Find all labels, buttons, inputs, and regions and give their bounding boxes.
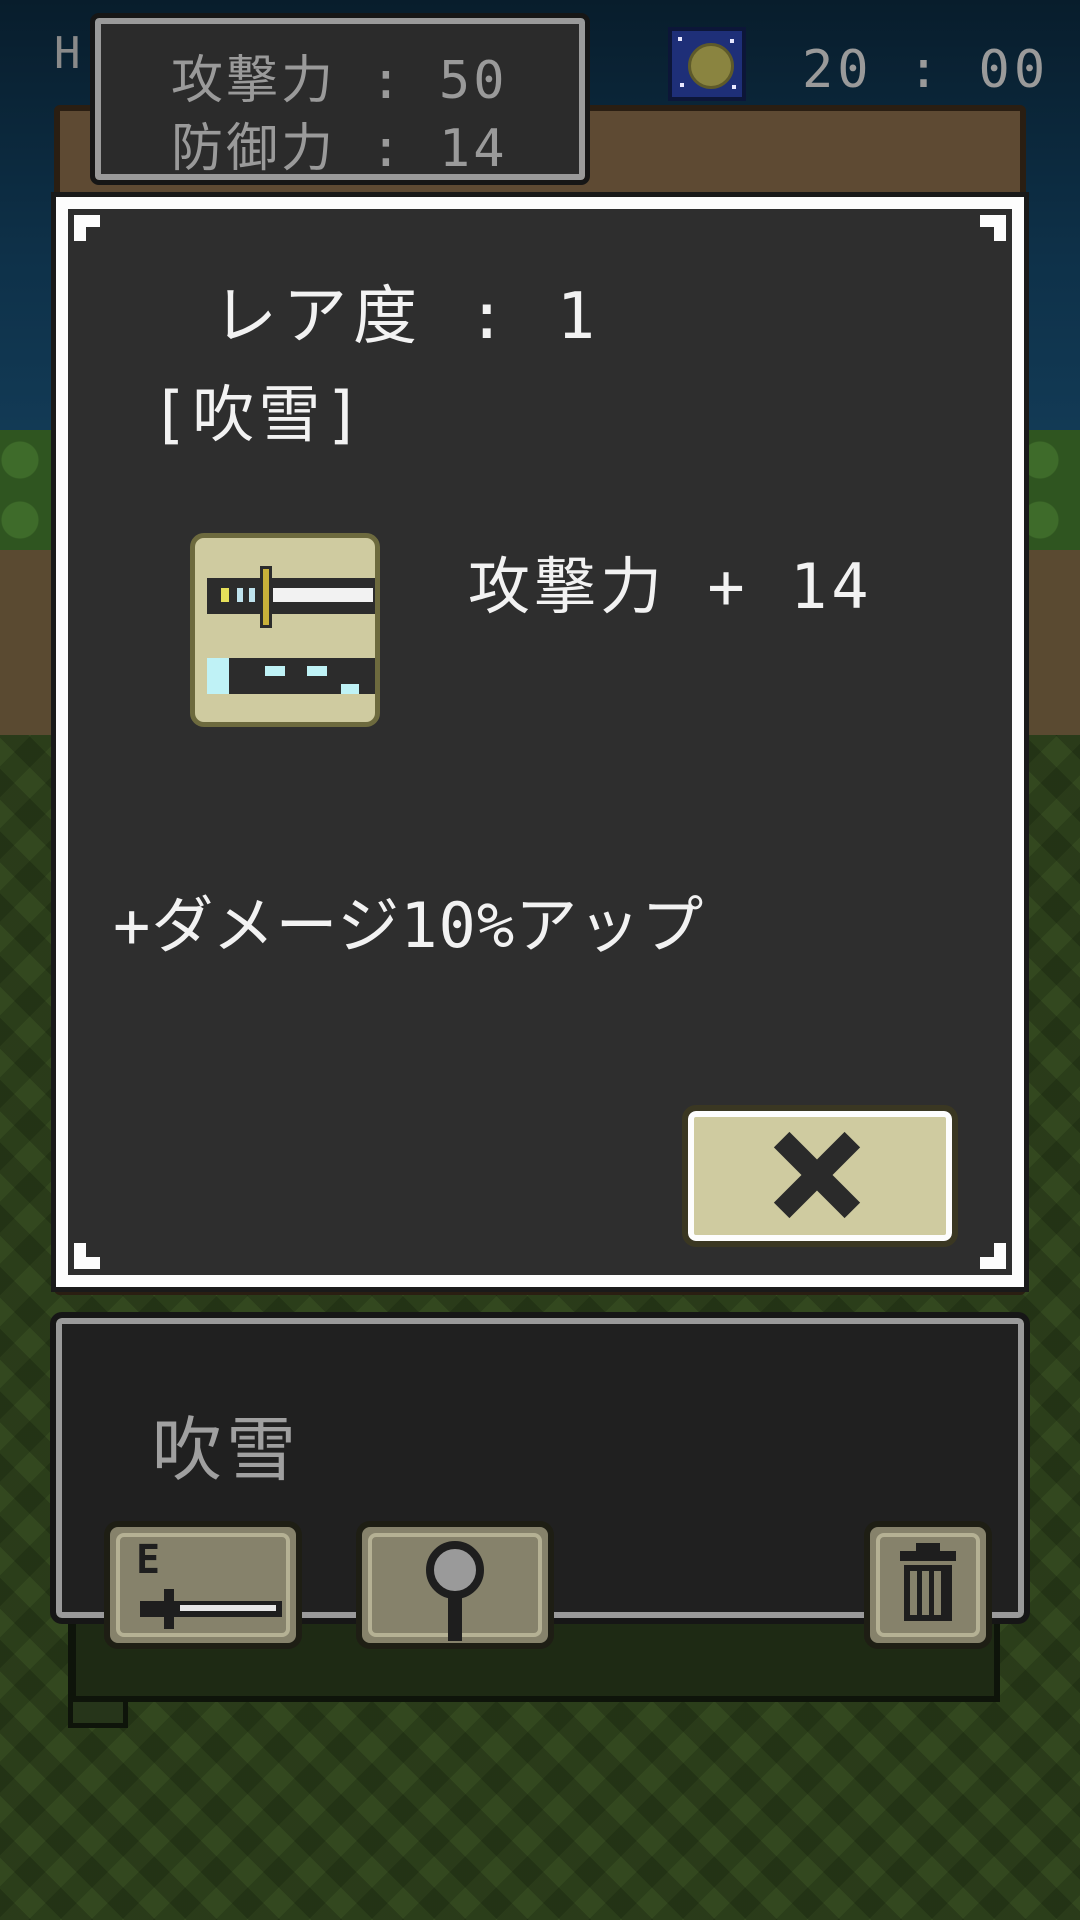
item-name: [吹雪] [151,378,366,451]
corner-ornament [980,215,1006,241]
magnifier-handle [448,1597,462,1641]
sword-hilt-pixel [249,588,255,602]
selected-item-name: 吹雪 [152,1409,300,1491]
star-icon [732,85,736,89]
close-button[interactable] [682,1105,958,1247]
moon-night-icon [668,27,746,101]
corner-ornament [74,215,100,241]
trash-lid [900,1551,956,1561]
sword-guard [260,566,272,628]
ice-pixel [265,666,285,676]
star-icon [678,37,682,41]
inspect-button[interactable] [356,1521,554,1649]
moon-shape [688,43,734,89]
trash-lid-handle [916,1543,940,1551]
ice-pixel [207,658,229,694]
hud-left-label: H [54,28,81,79]
star-icon [680,83,684,87]
equip-label: E [136,1537,161,1583]
equip-sword-grip [164,1589,174,1629]
trash-icon [904,1565,952,1621]
item-attack-bonus: 攻撃力 + 14 [468,550,873,623]
equip-button[interactable]: E [104,1521,302,1649]
star-icon [730,39,734,43]
player-stats-panel: 攻撃力 : 50 防御力 : 14 [90,13,590,185]
defense-stat: 防御力 : 14 [171,119,508,179]
item-effect: +ダメージ10%アップ [113,889,705,962]
item-rarity: レア度 : 1 [213,280,602,354]
sword-hilt-pixel [237,588,243,602]
item-detail-modal: レア度 : 1 [吹雪] 攻撃力 + 14 +ダメージ10%アップ [51,192,1029,1292]
game-clock: 20 : 00 [802,40,1050,100]
attack-stat: 攻撃力 : 50 [171,51,508,111]
corner-ornament [74,1243,100,1269]
ice-pixel [341,684,359,694]
sword-blade [273,588,373,602]
corner-ornament [980,1243,1006,1269]
ice-sword-icon [190,533,380,727]
magnifier-icon [426,1541,484,1599]
delete-button[interactable] [864,1521,992,1649]
ice-pixel [307,666,327,676]
equip-sword-blade [180,1605,276,1611]
sword-hilt-pixel [221,588,229,602]
